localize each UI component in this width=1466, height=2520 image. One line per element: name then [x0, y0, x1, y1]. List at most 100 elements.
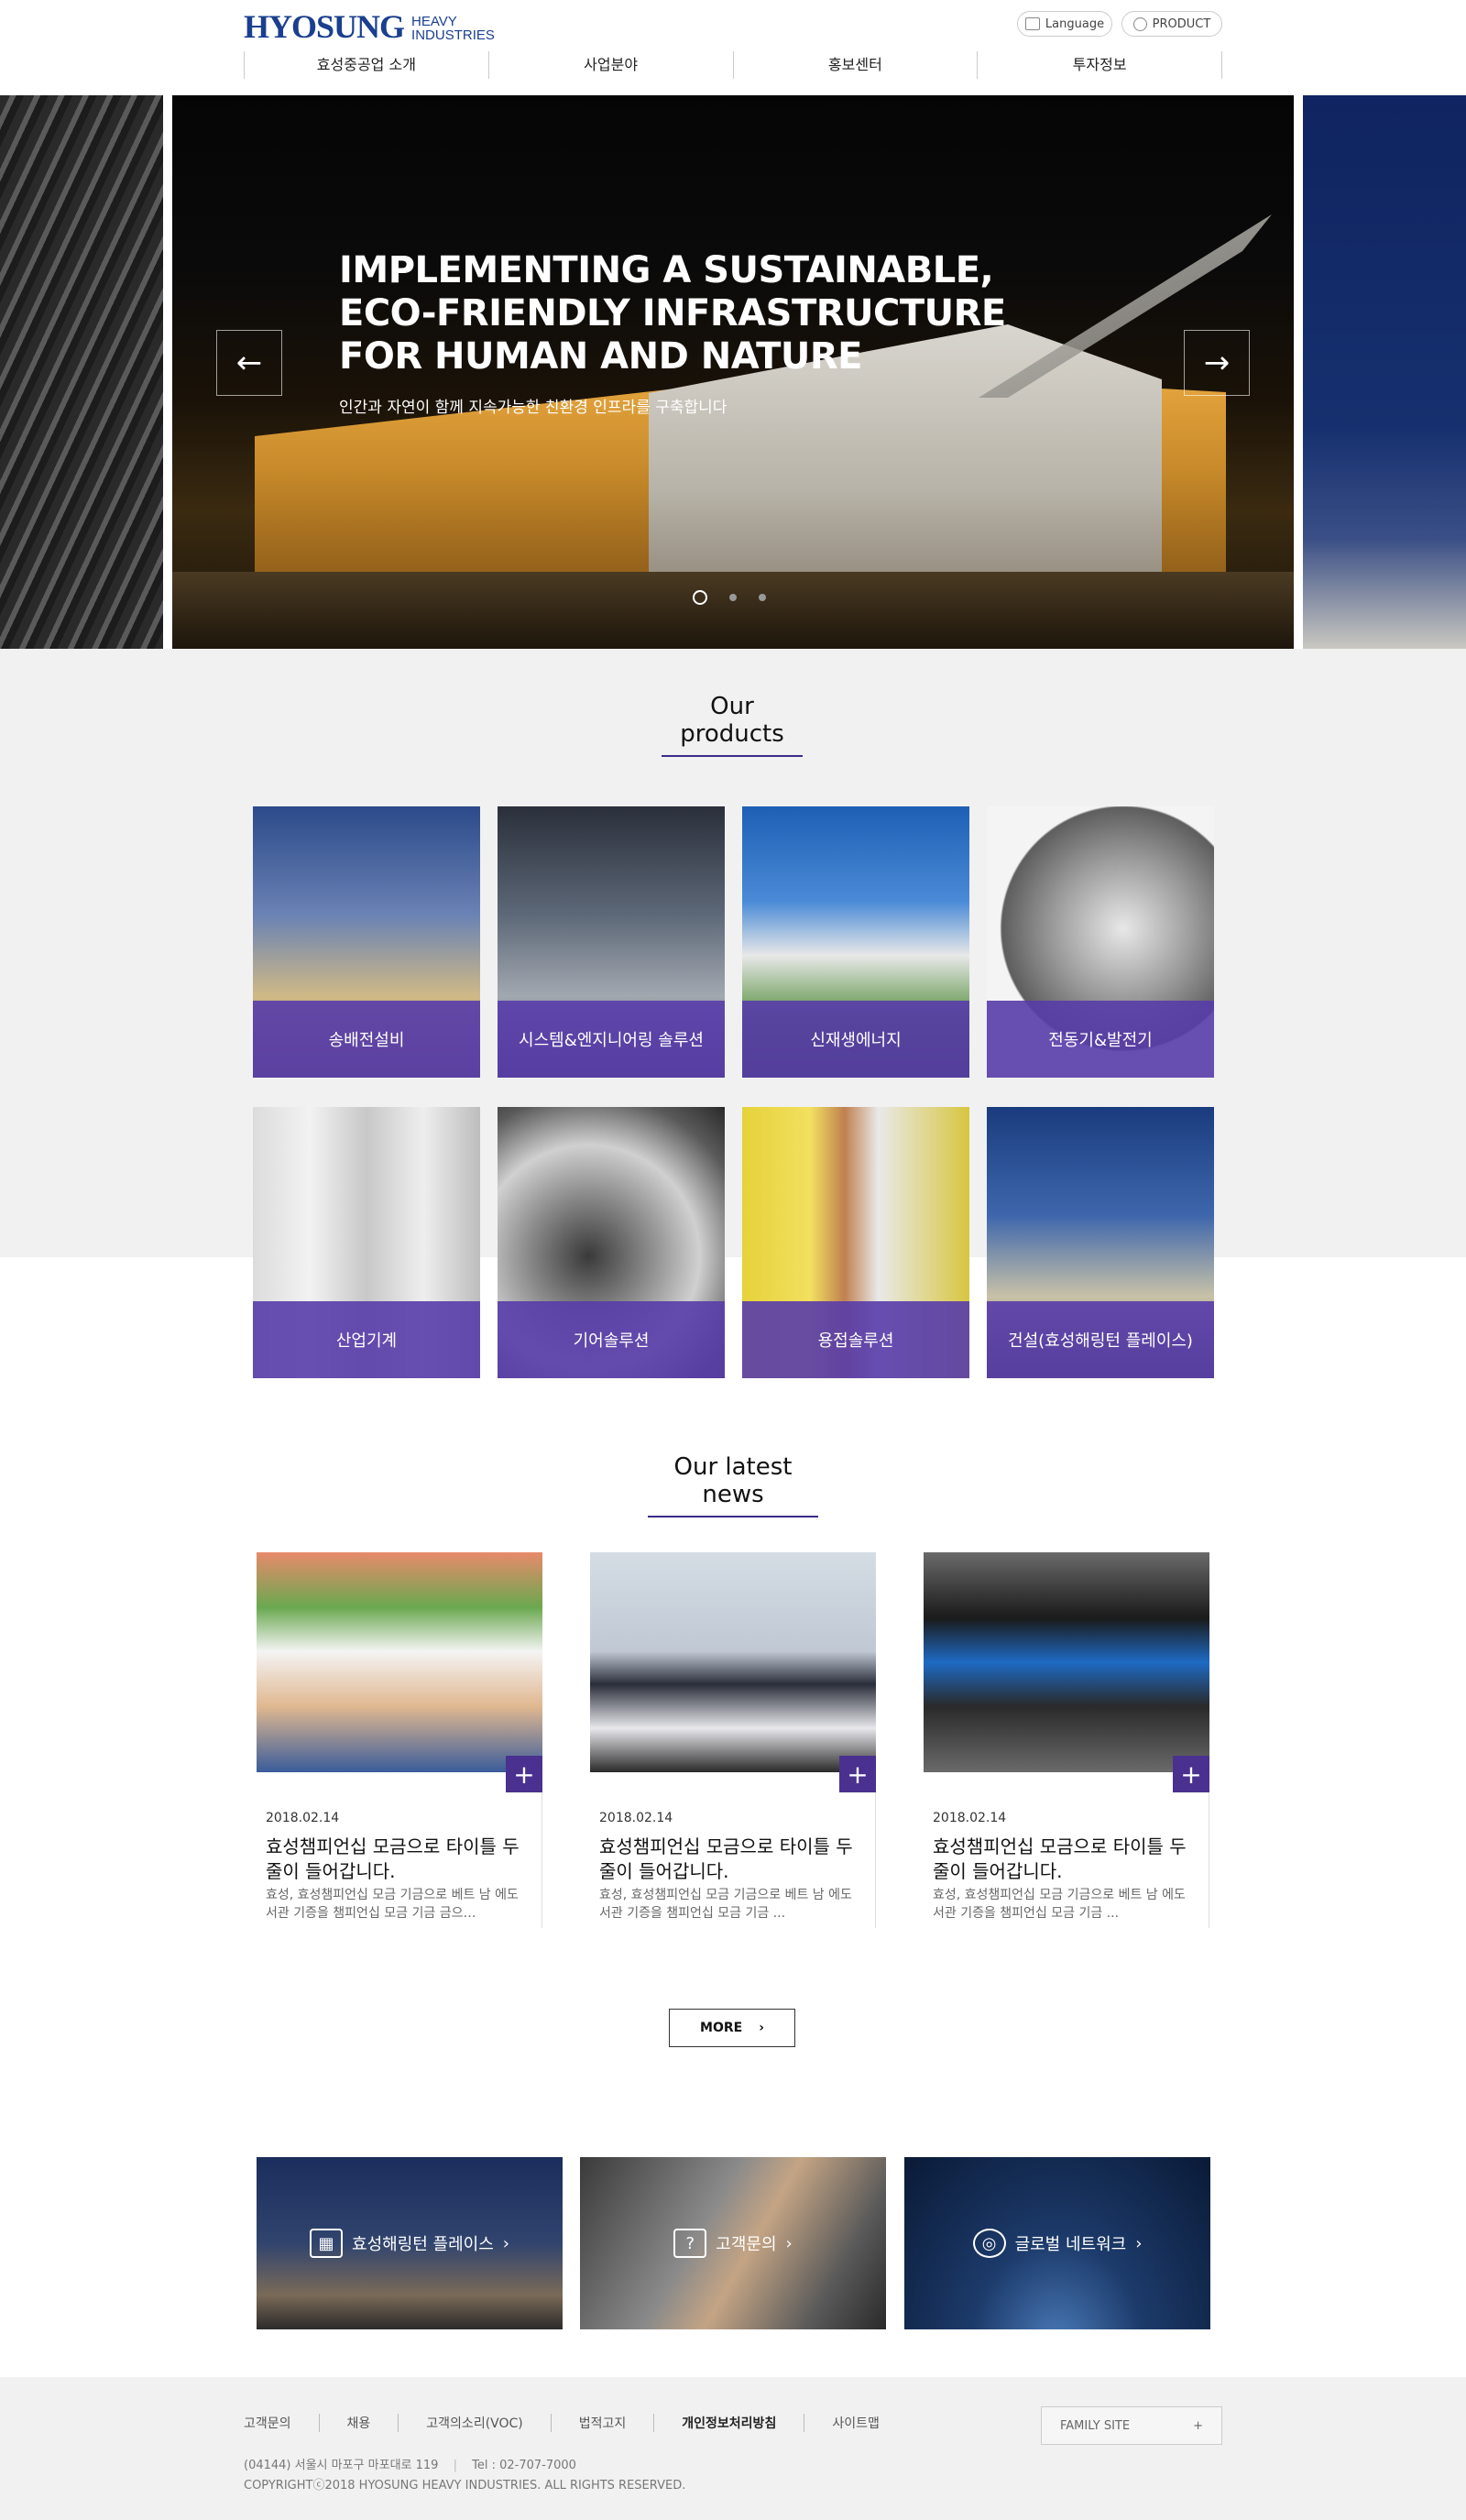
next-slide-preview[interactable] [1303, 95, 1466, 649]
plus-icon: + [847, 1759, 869, 1790]
news-title[interactable]: 효성챔피언십 모금으로 타이틀 두 줄이 들어갑니다. [266, 1835, 522, 1884]
product-label: 산업기계 [253, 1301, 480, 1378]
product-label: 건설(효성해링턴 플레이스) [987, 1301, 1214, 1378]
news-section-title: Our latest news [648, 1453, 818, 1517]
news-more-link[interactable]: MORE › [669, 2009, 795, 2047]
language-icon [1024, 17, 1040, 30]
product-label: PRODUCT [1152, 16, 1211, 31]
news-image [924, 1552, 1209, 1772]
logo-subtitle-line-2: INDUSTRIES [411, 27, 495, 43]
news-more-button[interactable]: + [1173, 1756, 1209, 1792]
hyosung-logo[interactable]: HYOSUNG HEAVY INDUSTRIES [244, 7, 495, 46]
arrow-right-icon: → [1203, 345, 1231, 381]
news-image [590, 1552, 876, 1772]
news-excerpt: 효성, 효성챔피언십 모금 기금으로 베트 남 에도서관 기증을 챔피언십 모금… [599, 1888, 852, 1921]
banner-label: 고객문의 [716, 2235, 777, 2254]
product-label: 송배전설비 [253, 1001, 480, 1078]
main-nav: 효성중공업 소개 사업분야 홍보센터 투자정보 [244, 51, 1222, 79]
banner-customer-inquiry[interactable]: ? 고객문의 › [580, 2157, 886, 2329]
news-title[interactable]: 효성챔피언십 모금으로 타이틀 두 줄이 들어갑니다. [933, 1835, 1189, 1884]
carousel-dots [693, 590, 766, 605]
banner-label: 글로벌 네트워크 [1014, 2235, 1127, 2254]
news-card[interactable]: + 2018.02.14 효성챔피언십 모금으로 타이틀 두 줄이 들어갑니다.… [257, 1552, 542, 1928]
news-image [257, 1552, 542, 1772]
hero-prev-button[interactable]: ← [216, 330, 282, 396]
products-title-text: Our products [680, 693, 784, 748]
product-label: 기어솔루션 [498, 1301, 725, 1378]
hero-next-button[interactable]: → [1184, 330, 1250, 396]
nav-item-business[interactable]: 사업분야 [487, 51, 733, 79]
footer-link-privacy[interactable]: 개인정보처리방침 [653, 2414, 804, 2432]
product-button[interactable]: PRODUCT [1121, 11, 1222, 37]
footer-link-legal[interactable]: 법적고지 [550, 2414, 654, 2432]
more-label: MORE [700, 2021, 743, 2035]
prev-slide-preview[interactable] [0, 95, 163, 649]
family-site-select[interactable]: FAMILY SITE + [1041, 2406, 1222, 2445]
banner-harrington-place[interactable]: ▦ 효성해링턴 플레이스 › [257, 2157, 563, 2329]
news-more-button[interactable]: + [839, 1756, 876, 1792]
hero-title-line-2: ECO-FRIENDLY INFRASTRUCTURE [339, 292, 1006, 334]
news-card[interactable]: + 2018.02.14 효성챔피언십 모금으로 타이틀 두 줄이 들어갑니다.… [590, 1552, 876, 1928]
hero-slide: IMPLEMENTING A SUSTAINABLE, ECO-FRIENDLY… [172, 95, 1294, 649]
news-title[interactable]: 효성챔피언십 모금으로 타이틀 두 줄이 들어갑니다. [599, 1835, 856, 1884]
chevron-right-icon: › [785, 2233, 793, 2253]
banner-label: 효성해링턴 플레이스 [352, 2235, 494, 2254]
product-card-motor-generator[interactable]: 전동기&발전기 [987, 806, 1214, 1078]
news-date: 2018.02.14 [599, 1811, 673, 1825]
product-card-transmission[interactable]: 송배전설비 [253, 806, 480, 1078]
product-card-system-engineering[interactable]: 시스템&엔지니어링 솔루션 [498, 806, 725, 1078]
product-card-welding-solution[interactable]: 용접솔루션 [742, 1107, 969, 1378]
carousel-dot-3[interactable] [759, 594, 766, 601]
title-underline [648, 1516, 818, 1517]
site-header: HYOSUNG HEAVY INDUSTRIES Language PRODUC… [0, 0, 1466, 95]
arrow-left-icon: ← [235, 345, 263, 381]
language-label: Language [1045, 16, 1105, 31]
news-excerpt: 효성, 효성챔피언십 모금 기금으로 베트 남 에도서관 기증을 챔피언십 모금… [933, 1888, 1186, 1921]
question-bubble-icon: ? [673, 2229, 707, 2258]
language-button[interactable]: Language [1017, 11, 1112, 37]
plus-icon: + [1180, 1759, 1202, 1790]
news-excerpt: 효성, 효성챔피언십 모금 기금으로 베트 남 에도서관 기증을 챔피언십 모금… [266, 1888, 519, 1921]
news-more-button[interactable]: + [506, 1756, 542, 1792]
footer-link-voc[interactable]: 고객의소리(VOC) [398, 2414, 550, 2432]
chevron-right-icon: › [1135, 2233, 1143, 2253]
hero-title-line-1: IMPLEMENTING A SUSTAINABLE, [339, 249, 994, 291]
product-card-gear-solution[interactable]: 기어솔루션 [498, 1107, 725, 1378]
footer-tel: Tel : 02-707-7000 [472, 2459, 576, 2472]
hero-carousel: IMPLEMENTING A SUSTAINABLE, ECO-FRIENDLY… [0, 95, 1466, 649]
carousel-dot-2[interactable] [729, 594, 737, 601]
nav-item-investor[interactable]: 투자정보 [977, 51, 1222, 79]
logo-subtitle: HEAVY INDUSTRIES [411, 15, 495, 42]
hero-title-line-3: FOR HUMAN AND NATURE [339, 335, 862, 378]
nav-item-about[interactable]: 효성중공업 소개 [244, 51, 488, 79]
news-date: 2018.02.14 [933, 1811, 1007, 1825]
hero-subtitle: 인간과 자연이 함께 지속가능한 친환경 인프라를 구축합니다 [339, 399, 728, 417]
news-title-text: Our latest news [673, 1453, 793, 1508]
footer-links: 고객문의 채용 고객의소리(VOC) 법적고지 개인정보처리방침 사이트맵 [244, 2414, 907, 2432]
product-label: 용접솔루션 [742, 1301, 969, 1378]
site-footer: 고객문의 채용 고객의소리(VOC) 법적고지 개인정보처리방침 사이트맵 FA… [0, 2377, 1466, 2520]
product-label: 시스템&엔지니어링 솔루션 [498, 1001, 725, 1078]
product-card-industrial-machinery[interactable]: 산업기계 [253, 1107, 480, 1378]
hero-ground [172, 572, 1294, 649]
footer-address-block: (04144) 서울시 마포구 마포대로 119 | Tel : 02-707-… [244, 2456, 685, 2496]
footer-link-sitemap[interactable]: 사이트맵 [804, 2414, 907, 2432]
footer-link-careers[interactable]: 채용 [318, 2414, 399, 2432]
carousel-dot-1[interactable] [693, 590, 707, 605]
footer-copyright: COPYRIGHTⓒ2018 HYOSUNG HEAVY INDUSTRIES.… [244, 2479, 686, 2493]
footer-divider: | [453, 2459, 457, 2472]
footer-link-inquiry[interactable]: 고객문의 [244, 2414, 319, 2432]
product-card-construction[interactable]: 건설(효성해링턴 플레이스) [987, 1107, 1214, 1378]
news-card[interactable]: + 2018.02.14 효성챔피언십 모금으로 타이틀 두 줄이 들어갑니다.… [924, 1552, 1209, 1928]
product-label: 신재생에너지 [742, 1001, 969, 1078]
banner-global-network[interactable]: ◎ 글로벌 네트워크 › [904, 2157, 1210, 2329]
chevron-right-icon: › [502, 2233, 509, 2253]
product-icon [1132, 16, 1147, 31]
globe-icon: ◎ [972, 2229, 1006, 2258]
product-card-renewable-energy[interactable]: 신재생에너지 [742, 806, 969, 1078]
footer-address: (04144) 서울시 마포구 마포대로 119 [244, 2459, 439, 2472]
nav-item-pr-center[interactable]: 홍보센터 [732, 51, 978, 79]
products-section-title: Our products [662, 693, 803, 757]
news-date: 2018.02.14 [266, 1811, 340, 1825]
family-site-label: FAMILY SITE [1060, 2418, 1131, 2433]
